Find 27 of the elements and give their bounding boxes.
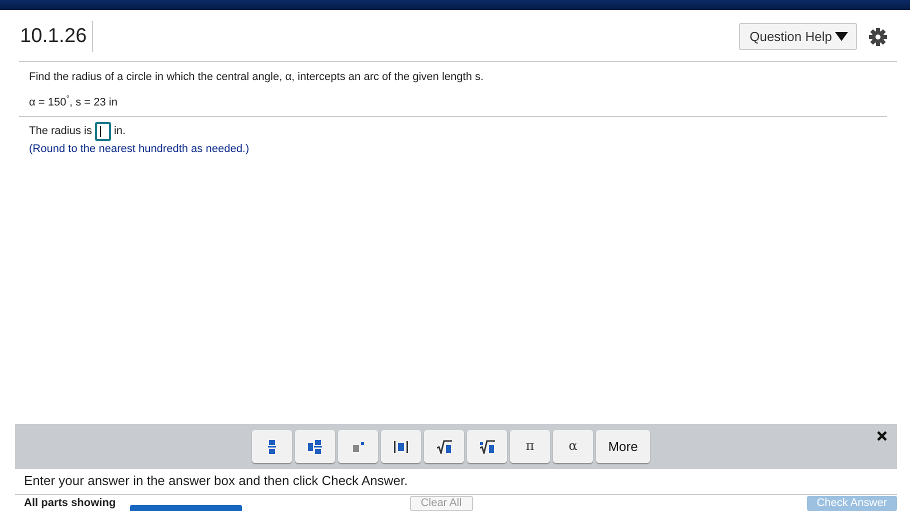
symbol-button[interactable]: α — [553, 430, 593, 463]
question-number: 10.1.26 — [19, 21, 93, 52]
math-tool-button[interactable] — [252, 430, 292, 463]
mixed-number-icon — [308, 440, 322, 454]
math-tool-button[interactable] — [424, 430, 464, 463]
settings-icon[interactable] — [869, 28, 887, 46]
question-prompt: Find the radius of a circle in which the central angle, α, intercepts an arc of the given length s. — [29, 71, 485, 83]
answer-label: The radius is — [29, 125, 92, 138]
square-root-icon — [436, 440, 452, 454]
instruction-text: Enter your answer in the answer box and then click Check Answer. — [15, 469, 897, 495]
parts-label: All parts showing — [24, 497, 116, 509]
fraction-icon — [268, 440, 276, 454]
unit-label: in. — [114, 125, 126, 138]
exponent-icon — [352, 442, 364, 452]
close-icon[interactable] — [877, 431, 887, 441]
math-tool-button[interactable] — [381, 430, 421, 463]
symbol-button[interactable]: π — [510, 430, 550, 463]
question-help-button[interactable]: Question Help — [738, 23, 857, 50]
answer-field[interactable] — [94, 122, 111, 141]
more-button[interactable]: More — [596, 430, 650, 463]
caret-icon — [835, 32, 848, 41]
math-tool-button[interactable] — [295, 430, 335, 463]
nth-root-icon — [480, 440, 494, 454]
absolute-value-icon — [394, 440, 408, 452]
rounding-hint: (Round to the nearest hundredth as needed.) — [29, 142, 250, 155]
math-tool-button[interactable] — [467, 430, 507, 463]
given-values: α = 150$^{°}$, s = 23 in — [19, 94, 887, 117]
